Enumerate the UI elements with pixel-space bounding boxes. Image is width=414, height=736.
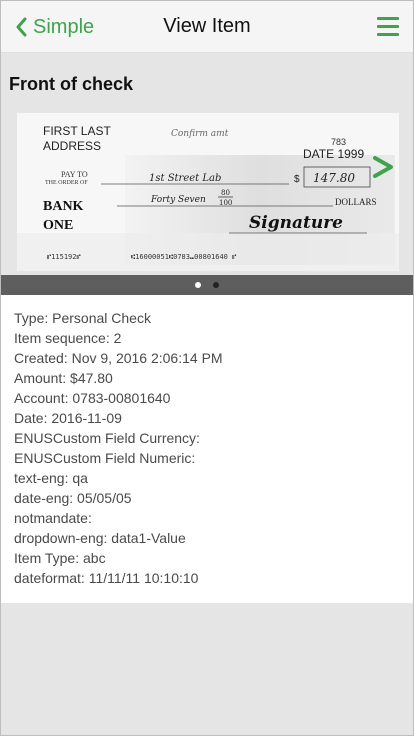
check-written-amount: Forty Seven <box>150 195 206 205</box>
check-bank-line2: ONE <box>43 218 73 233</box>
detail-item-type: Item Type: abc <box>14 550 106 566</box>
check-bank-line1: BANK <box>43 199 84 214</box>
detail-created: Created: Nov 9, 2016 2:06:14 PM <box>14 350 223 366</box>
check-pay-to-label: PAY TO <box>61 170 88 179</box>
detail-date: Date: 2016-11-09 <box>14 410 122 426</box>
hamburger-menu-icon[interactable] <box>377 17 399 37</box>
check-dollar-sign: $ <box>294 174 300 185</box>
detail-notmandate: notmandate: <box>14 510 92 526</box>
check-order-of-label: THE ORDER OF <box>45 180 88 186</box>
navbar: Simple View Item <box>1 1 413 53</box>
detail-amount: Amount: $47.80 <box>14 370 113 386</box>
detail-date-eng: date-eng: 05/05/05 <box>14 490 132 506</box>
detail-custom-numeric: ENUSCustom Field Numeric: <box>14 450 196 466</box>
check-image-carousel[interactable]: FIRST LAST ADDRESS Confirm amt 783 DATE … <box>1 105 413 295</box>
check-date-label: DATE 1999 <box>303 147 364 161</box>
detail-type: Type: Personal Check <box>14 310 151 326</box>
check-dollars-label: DOLLARS <box>335 197 377 207</box>
carousel-pager <box>1 275 413 295</box>
check-front-image: FIRST LAST ADDRESS Confirm amt 783 DATE … <box>17 113 399 271</box>
detail-dropdown-eng: dropdown-eng: data1-Value <box>14 530 186 546</box>
detail-text-eng: text-eng: qa <box>14 470 88 486</box>
check-micr-right: ⑆16000051⑆0783⑉00801640 ⑈ <box>131 253 236 261</box>
check-number: 783 <box>331 137 346 147</box>
check-handwritten-note: Confirm amt <box>171 129 229 139</box>
check-name-line2: ADDRESS <box>43 139 101 153</box>
section-title: Front of check <box>9 74 134 94</box>
check-amount-box: 147.80 <box>313 171 355 185</box>
check-micr-left: ⑈115192⑈ <box>47 253 81 261</box>
detail-dateformat: dateformat: 11/11/11 10:10:10 <box>14 570 199 586</box>
check-cents-top: 80 <box>221 189 230 197</box>
check-payee: 1st Street Lab <box>149 173 221 184</box>
check-name-line1: FIRST LAST <box>43 124 111 138</box>
page-title: View Item <box>163 15 251 37</box>
detail-item-sequence: Item sequence: 2 <box>14 330 122 346</box>
chevron-right-icon[interactable] <box>371 155 395 179</box>
pager-dot-1[interactable] <box>195 282 201 288</box>
detail-custom-currency: ENUSCustom Field Currency: <box>14 430 200 446</box>
check-signature: Signature <box>249 213 343 233</box>
item-details: Type: Personal Check Item sequence: 2 Cr… <box>1 295 413 603</box>
check-front-drawing: FIRST LAST ADDRESS Confirm amt 783 DATE … <box>17 113 399 271</box>
pager-dot-2[interactable] <box>213 282 219 288</box>
detail-account: Account: 0783-00801640 <box>14 390 171 406</box>
